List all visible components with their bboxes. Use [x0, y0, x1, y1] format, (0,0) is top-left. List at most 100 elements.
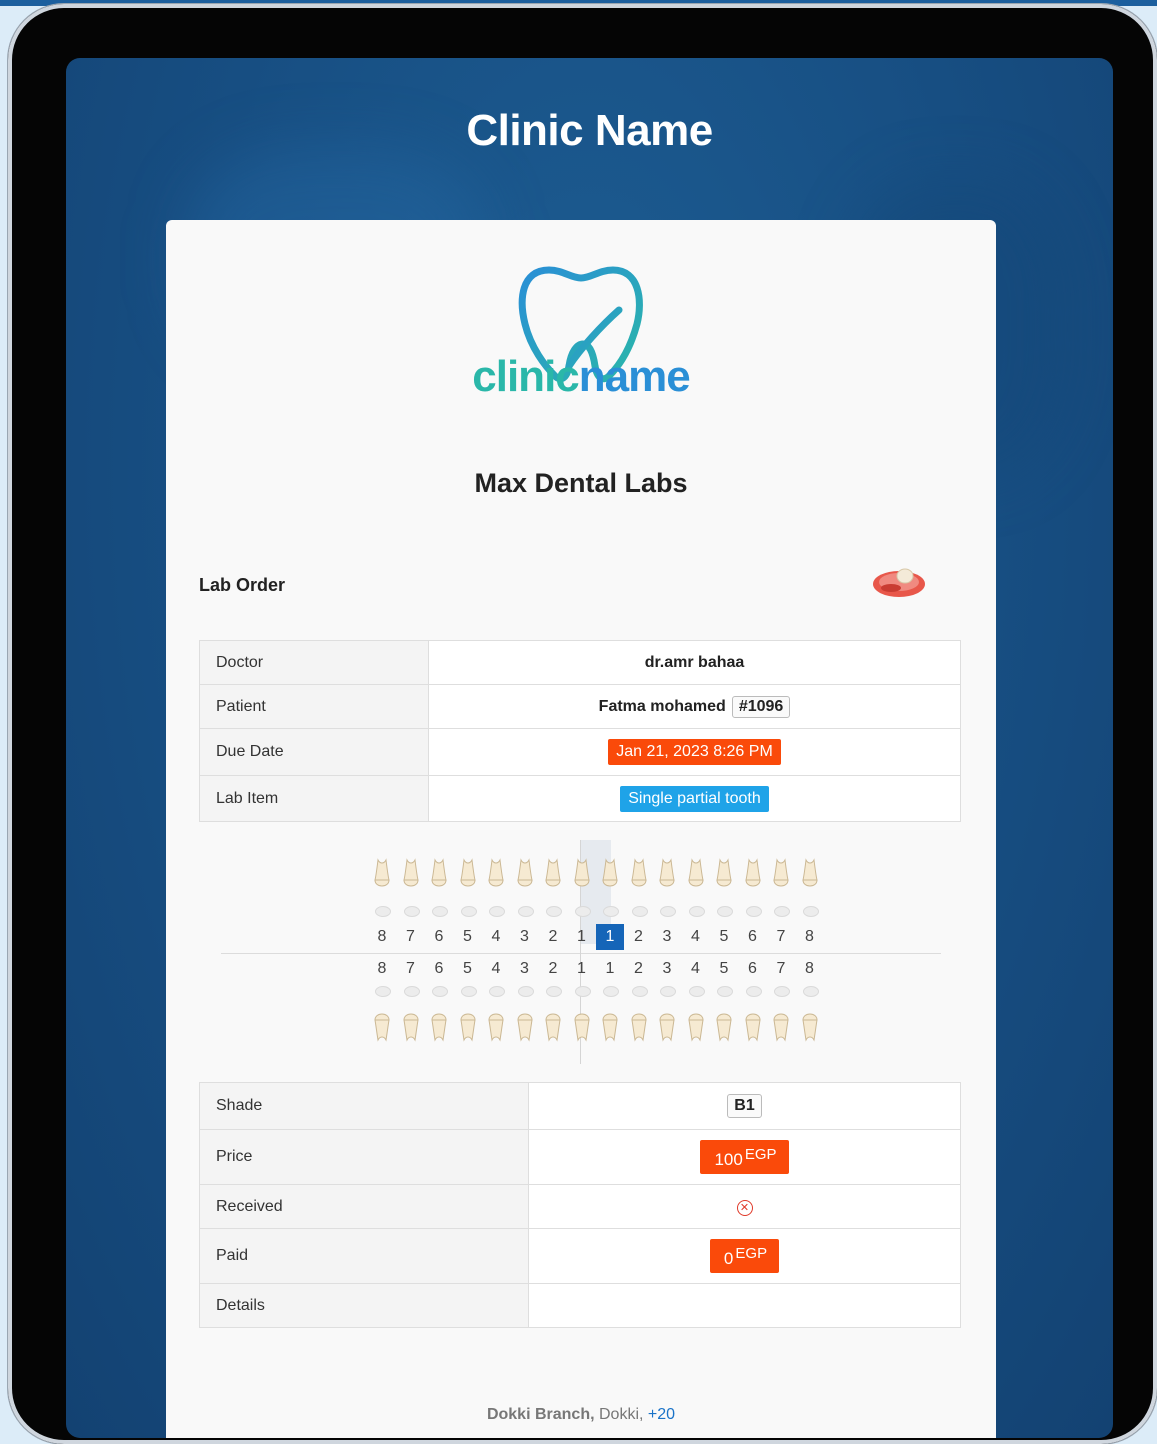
- lower-tooth[interactable]: [458, 1008, 478, 1042]
- lower-tooth[interactable]: [657, 1008, 677, 1042]
- lower-tooth-number[interactable]: 7: [397, 960, 425, 978]
- upper-tooth-number[interactable]: 7: [767, 928, 795, 946]
- table-row: Price 100 EGP: [199, 1129, 961, 1185]
- upper-tooth-number[interactable]: 8: [796, 928, 824, 946]
- lower-tooth-number[interactable]: 7: [767, 960, 795, 978]
- lower-tooth-number[interactable]: 1: [568, 960, 596, 978]
- upper-tooth-number[interactable]: 7: [397, 928, 425, 946]
- lower-tooth[interactable]: [800, 1008, 820, 1042]
- lower-tooth-number[interactable]: 5: [710, 960, 738, 978]
- lower-tooth[interactable]: [401, 1008, 421, 1042]
- branch-name: Dokki Branch,: [486, 1406, 595, 1423]
- upper-tooth-number[interactable]: 1: [596, 924, 624, 950]
- price-value: 100 EGP: [528, 1129, 961, 1185]
- patient-name[interactable]: Fatma mohamed: [599, 698, 726, 715]
- lab-order-card: clinicname Max Dental Labs Lab Order Doc…: [166, 220, 996, 1438]
- lower-tooth-number[interactable]: 3: [653, 960, 681, 978]
- lower-tooth[interactable]: [771, 1008, 791, 1042]
- upper-tooth-number[interactable]: 3: [511, 928, 539, 946]
- tooth-occlusal: [745, 906, 762, 917]
- shade-value: B1: [528, 1082, 961, 1130]
- lower-tooth-number[interactable]: 4: [682, 960, 710, 978]
- upper-tooth-number[interactable]: 6: [425, 928, 453, 946]
- tooth-occlusal: [403, 906, 420, 917]
- upper-tooth-number[interactable]: 2: [625, 928, 653, 946]
- x-circle-icon: ✕: [736, 1199, 753, 1216]
- lower-tooth-number[interactable]: 2: [539, 960, 567, 978]
- upper-tooth[interactable]: [686, 858, 706, 892]
- lower-tooth[interactable]: [486, 1008, 506, 1042]
- lower-tooth[interactable]: [572, 1008, 592, 1042]
- lower-tooth-number[interactable]: 8: [368, 960, 396, 978]
- screen: Clinic Name clinicname Max Dental Labs L…: [66, 58, 1113, 1438]
- lower-tooth[interactable]: [743, 1008, 763, 1042]
- tooth-occlusal: [660, 986, 676, 997]
- lower-tooth[interactable]: [543, 1008, 563, 1042]
- upper-tooth[interactable]: [771, 858, 791, 892]
- lower-tooth-number[interactable]: 3: [511, 960, 539, 978]
- lower-tooth[interactable]: [429, 1008, 449, 1042]
- lower-tooth[interactable]: [629, 1008, 649, 1042]
- lower-tooth-number[interactable]: 6: [425, 960, 453, 978]
- upper-tooth[interactable]: [515, 858, 535, 892]
- upper-tooth-number[interactable]: 3: [653, 928, 681, 946]
- upper-tooth[interactable]: [629, 858, 649, 892]
- tooth-occlusal: [745, 986, 762, 997]
- tooth-occlusal: [517, 986, 534, 997]
- upper-tooth[interactable]: [458, 858, 478, 892]
- lower-tooth[interactable]: [686, 1008, 706, 1042]
- upper-tooth[interactable]: [543, 858, 563, 892]
- tooth-occlusal: [802, 906, 819, 917]
- upper-tooth-number[interactable]: 5: [710, 928, 738, 946]
- lower-tooth-number[interactable]: 4: [482, 960, 510, 978]
- lower-tooth[interactable]: [714, 1008, 734, 1042]
- tooth-occlusal: [460, 906, 477, 917]
- price-label: Price: [199, 1129, 529, 1185]
- tooth-occlusal: [717, 986, 733, 997]
- lower-tooth-number[interactable]: 8: [796, 960, 824, 978]
- branch-phone[interactable]: +20: [648, 1406, 675, 1423]
- tablet-frame: Clinic Name clinicname Max Dental Labs L…: [8, 4, 1157, 1444]
- tooth-occlusal: [688, 986, 705, 997]
- clinic-title: Clinic Name: [466, 106, 713, 155]
- details-value: [528, 1283, 961, 1328]
- upper-tooth[interactable]: [429, 858, 449, 892]
- branch-footer: Dokki Branch, Dokki, +20: [166, 1406, 996, 1424]
- upper-tooth[interactable]: [572, 858, 592, 892]
- upper-tooth-number[interactable]: 5: [454, 928, 482, 946]
- upper-tooth-number[interactable]: 1: [568, 928, 596, 946]
- upper-tooth-number[interactable]: 8: [368, 928, 396, 946]
- upper-tooth-number[interactable]: 2: [539, 928, 567, 946]
- lower-tooth[interactable]: [600, 1008, 620, 1042]
- upper-tooth[interactable]: [600, 858, 620, 892]
- lab-name: Max Dental Labs: [474, 468, 688, 498]
- received-label: Received: [199, 1184, 529, 1229]
- upper-tooth[interactable]: [743, 858, 763, 892]
- upper-tooth[interactable]: [714, 858, 734, 892]
- lower-tooth-number[interactable]: 5: [454, 960, 482, 978]
- tooth-occlusal: [546, 906, 562, 917]
- lower-tooth-number[interactable]: 6: [739, 960, 767, 978]
- upper-tooth[interactable]: [800, 858, 820, 892]
- lower-tooth-number[interactable]: 1: [596, 960, 624, 978]
- lab-item-badge: Single partial tooth: [620, 785, 769, 812]
- tooth-occlusal: [432, 906, 448, 917]
- upper-tooth[interactable]: [372, 858, 392, 892]
- order-info-table: Doctor dr.amr bahaa Patient Fatma mohame…: [199, 640, 961, 822]
- order-details-table: Shade B1 Price 100 EGP Received ✕ Paid 0E…: [199, 1082, 961, 1328]
- upper-tooth[interactable]: [657, 858, 677, 892]
- lower-tooth[interactable]: [372, 1008, 392, 1042]
- upper-tooth-number[interactable]: 6: [739, 928, 767, 946]
- lower-tooth-number[interactable]: 2: [625, 960, 653, 978]
- tooth-occlusal: [489, 986, 505, 997]
- lower-tooth[interactable]: [515, 1008, 535, 1042]
- upper-tooth-number[interactable]: 4: [682, 928, 710, 946]
- price-badge: 100 EGP: [700, 1140, 789, 1174]
- received-value: ✕: [528, 1184, 961, 1229]
- upper-tooth-number[interactable]: 4: [482, 928, 510, 946]
- due-date-value: Jan 21, 2023 8:26 PM: [428, 728, 961, 776]
- upper-tooth[interactable]: [401, 858, 421, 892]
- tooth-occlusal: [774, 906, 790, 917]
- upper-tooth[interactable]: [486, 858, 506, 892]
- table-row: Due Date Jan 21, 2023 8:26 PM: [199, 728, 961, 776]
